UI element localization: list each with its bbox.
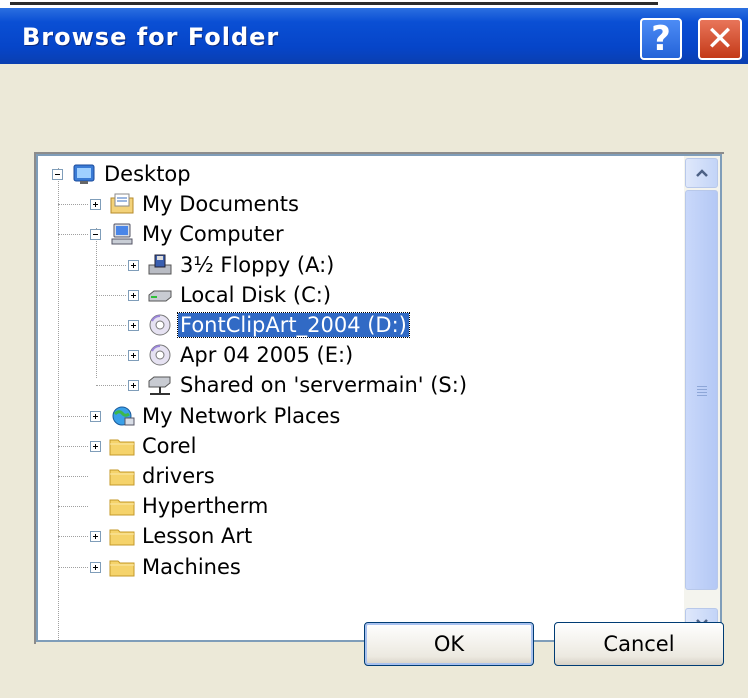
- tree-connector-line: [58, 415, 88, 417]
- scroll-grip-line: [697, 392, 707, 393]
- tree-item-label: My Computer: [142, 222, 284, 247]
- expand-icon[interactable]: [90, 440, 101, 452]
- scroll-up-button[interactable]: [685, 158, 718, 188]
- chevron-up-icon: [695, 169, 708, 177]
- help-button[interactable]: ?: [640, 18, 682, 60]
- top-edge-line: [10, 2, 658, 5]
- tree-item-label: Local Disk (C:): [180, 282, 332, 307]
- scroll-grip-line: [697, 389, 707, 390]
- tree-item[interactable]: Hypertherm: [140, 492, 270, 520]
- ok-button[interactable]: OK: [364, 622, 534, 666]
- tree-item-label: Machines: [142, 554, 241, 579]
- my-documents-icon: [110, 193, 134, 214]
- tree-item[interactable]: drivers: [140, 462, 217, 490]
- dialog-title: Browse for Folder: [22, 23, 280, 51]
- tree-connector-line: [58, 234, 88, 236]
- tree-connector-line: [96, 264, 126, 266]
- tree-item-label: Lesson Art: [142, 524, 253, 549]
- folder-icon: [109, 499, 135, 516]
- cd-drive-icon: [149, 314, 171, 336]
- tree-connector-line: [58, 566, 88, 568]
- dialog-client-area: Desktop My Documents My Computer 3½ Floppy …: [0, 64, 748, 698]
- tree-item[interactable]: 3½ Floppy (A:): [178, 251, 336, 279]
- tree-item[interactable]: Apr 04 2005 (E:): [178, 341, 355, 369]
- expand-icon[interactable]: [128, 380, 139, 392]
- tree-connector-line: [96, 294, 126, 296]
- cd-drive-icon: [149, 344, 171, 366]
- tree-item[interactable]: My Computer: [140, 220, 286, 248]
- folder-tree-view[interactable]: Desktop My Documents My Computer 3½ Floppy …: [36, 154, 722, 642]
- folder-tree: Desktop My Documents My Computer 3½ Floppy …: [38, 156, 686, 640]
- expand-icon[interactable]: [128, 350, 139, 362]
- tree-connector-line: [58, 204, 88, 206]
- desktop-icon: [73, 164, 95, 184]
- tree-item-label: Corel: [142, 433, 197, 458]
- tree-item[interactable]: Local Disk (C:): [178, 281, 333, 309]
- tree-connector-line: [58, 168, 59, 640]
- tree-item[interactable]: My Network Places: [140, 402, 342, 430]
- expand-icon[interactable]: [128, 259, 139, 271]
- tree-connector-line: [58, 506, 88, 508]
- expand-icon[interactable]: [90, 531, 101, 543]
- tree-item-label: drivers: [142, 464, 215, 488]
- tree-item[interactable]: Desktop: [102, 160, 193, 188]
- browse-for-folder-dialog: Browse for Folder ? ✕ Desktop My Document…: [0, 8, 748, 698]
- close-button[interactable]: ✕: [698, 18, 742, 60]
- network-drive-icon: [148, 376, 171, 396]
- tree-connector-line: [96, 355, 126, 357]
- tree-connector-line: [58, 476, 88, 477]
- tree-item-label: Hypertherm: [142, 494, 269, 519]
- cancel-button[interactable]: Cancel: [554, 622, 724, 666]
- floppy-drive-icon: [148, 254, 172, 275]
- title-bar[interactable]: Browse for Folder ? ✕: [0, 8, 748, 64]
- tree-item-label: My Documents: [142, 192, 299, 217]
- tree-item[interactable]: Corel: [140, 432, 198, 460]
- scroll-thumb[interactable]: [685, 190, 718, 590]
- expand-icon[interactable]: [90, 199, 101, 211]
- tree-item-label: 3½ Floppy (A:): [180, 252, 335, 277]
- vertical-scrollbar[interactable]: [684, 156, 720, 640]
- scroll-grip-line: [697, 386, 707, 387]
- tree-item[interactable]: My Documents: [140, 190, 301, 218]
- tree-item-label-selected: FontClipArt_2004 (D:): [177, 312, 410, 338]
- folder-icon: [109, 529, 135, 546]
- folder-icon: [109, 439, 135, 456]
- folder-icon: [109, 469, 135, 486]
- my-computer-icon: [111, 223, 133, 245]
- hard-disk-icon: [148, 290, 172, 302]
- collapse-icon[interactable]: [52, 169, 63, 180]
- expand-icon[interactable]: [90, 561, 101, 573]
- expand-icon[interactable]: [128, 320, 139, 331]
- tree-item-label: Apr 04 2005 (E:): [180, 343, 354, 368]
- expand-icon[interactable]: [128, 289, 139, 301]
- tree-connector-line: [96, 325, 126, 326]
- tree-item-label: Shared on 'servermain' (S:): [180, 373, 468, 398]
- tree-item[interactable]: Lesson Art: [140, 522, 254, 550]
- tree-item-label: Desktop: [104, 162, 191, 186]
- scroll-grip-line: [697, 395, 707, 396]
- expand-icon[interactable]: [90, 410, 101, 422]
- tree-item[interactable]: FontClipArt_2004 (D:): [177, 311, 410, 339]
- tree-connector-line: [96, 385, 126, 387]
- tree-connector-line: [58, 445, 88, 447]
- tree-item[interactable]: Machines: [140, 553, 243, 581]
- folder-icon: [109, 560, 135, 577]
- tree-item-label: My Network Places: [142, 403, 341, 428]
- tree-connector-line: [58, 536, 88, 538]
- tree-item[interactable]: Shared on 'servermain' (S:): [178, 371, 469, 399]
- network-places-icon: [112, 406, 135, 426]
- collapse-icon[interactable]: [90, 229, 101, 241]
